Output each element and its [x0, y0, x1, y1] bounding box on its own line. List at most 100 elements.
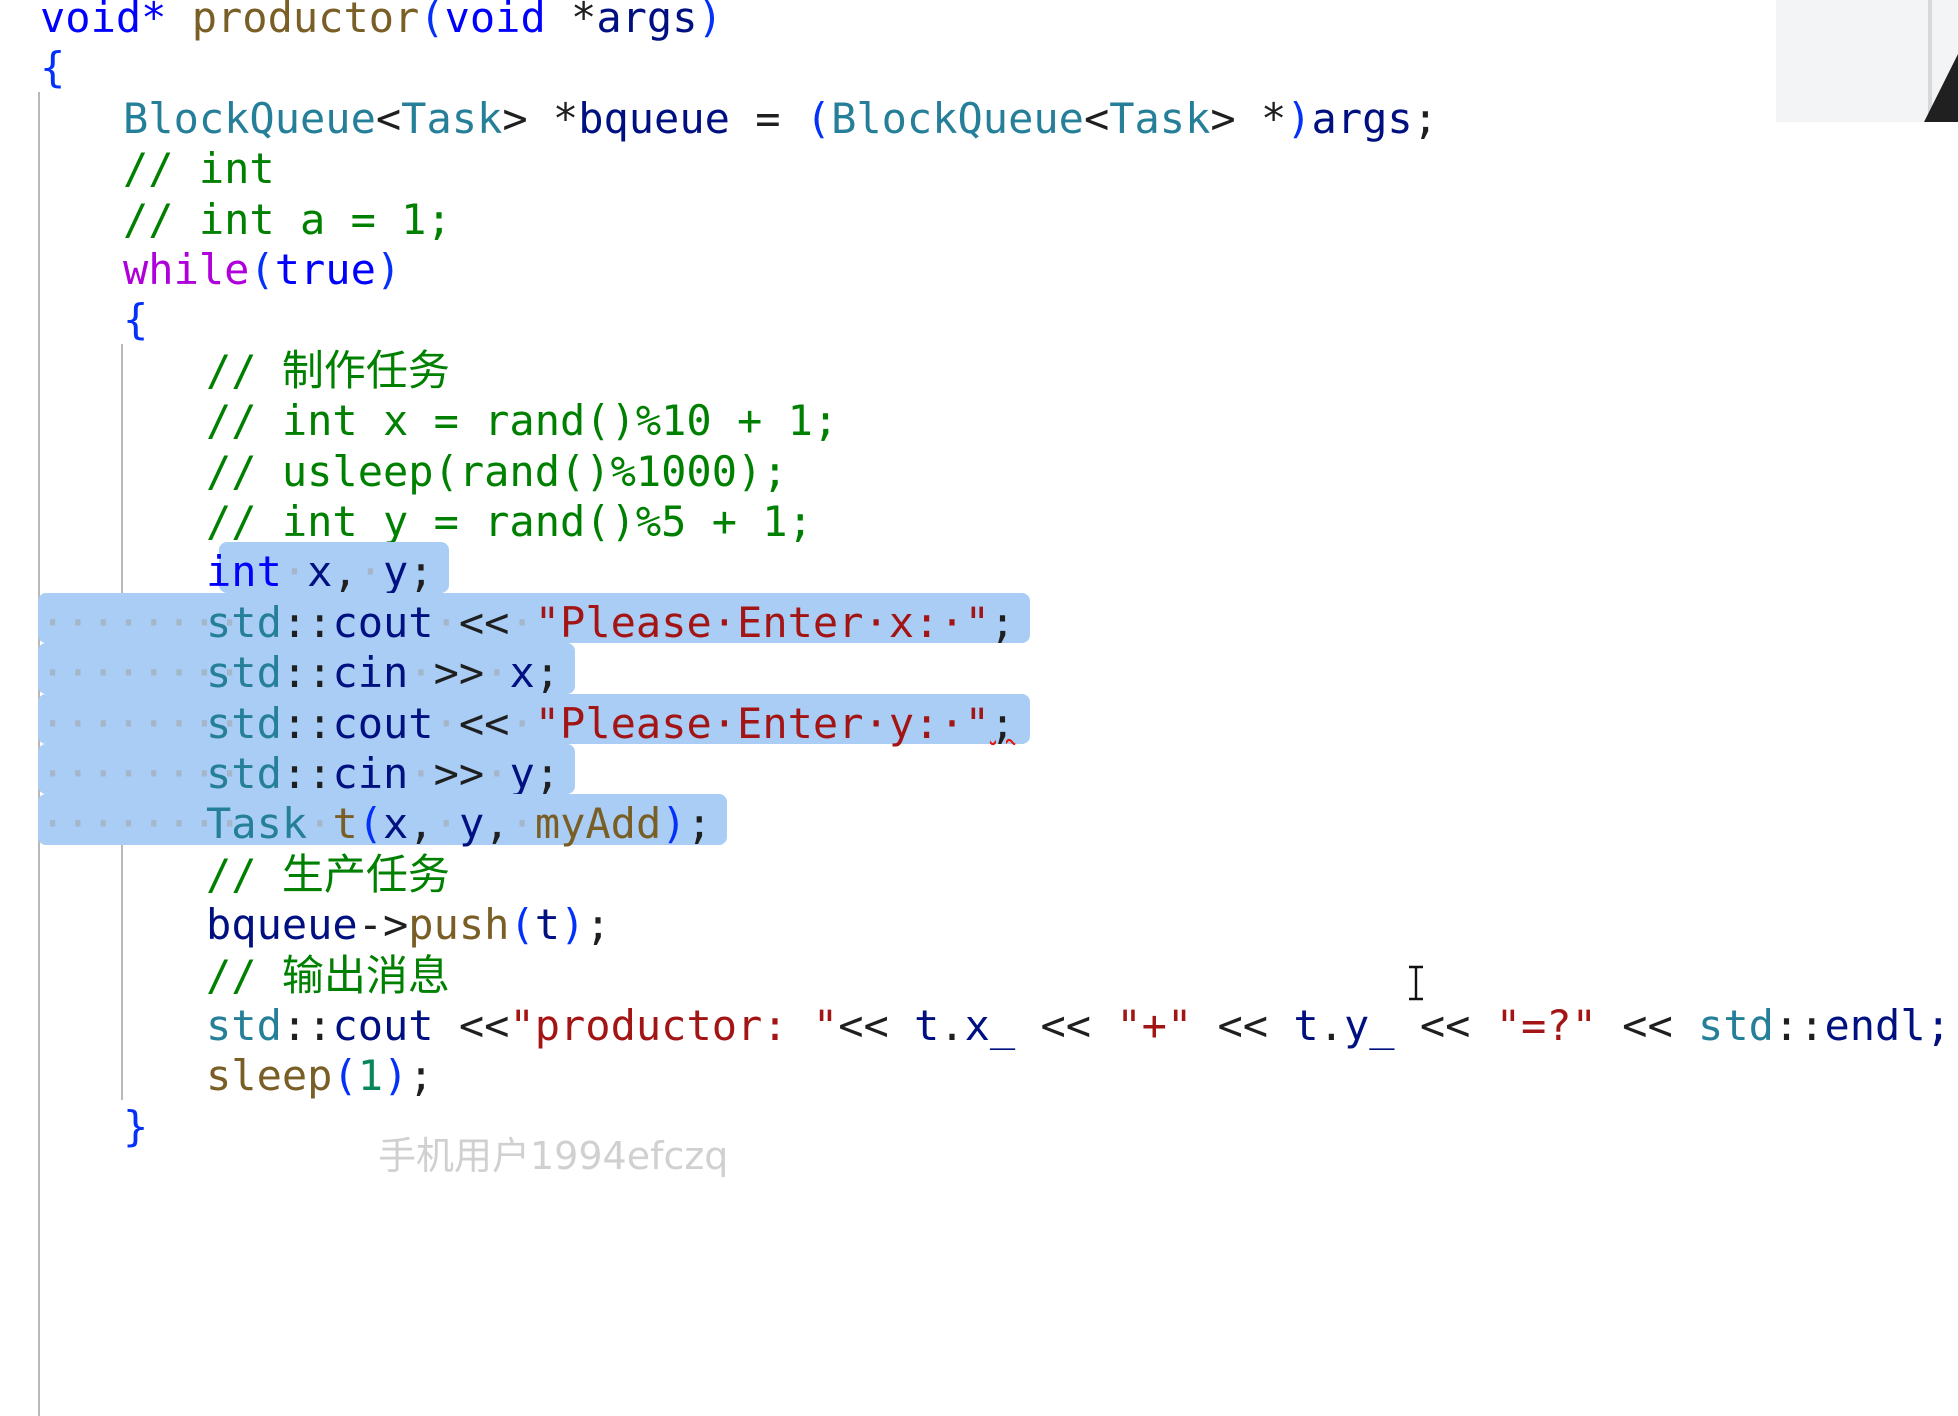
code-token: > *: [1210, 93, 1287, 143]
code-token: t: [332, 799, 358, 849]
code-line[interactable]: }: [0, 1095, 1958, 1158]
code-token: std: [206, 597, 282, 647]
code-token: ;: [585, 900, 611, 950]
code-token: BlockQueue: [831, 93, 1084, 143]
code-token: (: [509, 900, 535, 950]
code-token: .: [939, 1001, 965, 1050]
code-token: "Please·Enter·x:·": [534, 597, 990, 647]
code-token: // int y = rand()%5 + 1;: [206, 497, 813, 546]
code-token: ::: [281, 698, 333, 748]
code-token: ,: [484, 799, 510, 849]
code-token: >>: [433, 648, 485, 698]
code-token: ;: [408, 547, 434, 597]
code-token: ): [1286, 93, 1312, 143]
code-token: cout: [332, 597, 434, 647]
code-token: cout: [332, 1001, 434, 1050]
code-token: y_: [1343, 1001, 1395, 1050]
code-token: ::: [281, 749, 333, 798]
code-token: std: [1698, 1001, 1774, 1050]
code-token: ): [560, 900, 586, 950]
code-token: ·: [433, 698, 459, 748]
error-squiggle: ;: [989, 698, 1016, 748]
code-token: y: [509, 749, 535, 798]
code-token: y: [458, 799, 485, 849]
code-token: ·: [281, 547, 308, 597]
code-token: push: [408, 900, 510, 950]
code-token: ::: [281, 597, 333, 647]
code-token: myAdd: [534, 799, 662, 849]
code-token: ;: [534, 749, 561, 798]
code-token: std: [206, 1001, 282, 1050]
code-token: <: [375, 93, 402, 143]
code-token: (: [249, 245, 275, 294]
code-token: 1: [357, 1051, 384, 1101]
code-token: Task: [206, 799, 308, 849]
code-token: "productor: ": [509, 1001, 839, 1050]
code-token: {: [123, 295, 149, 345]
code-token: ·: [433, 799, 459, 849]
code-token: =: [729, 93, 806, 143]
code-token: <<: [1394, 1001, 1496, 1050]
code-token: "Please·Enter·y:·": [534, 698, 990, 748]
code-token: ): [383, 1051, 409, 1101]
code-token: }: [123, 1101, 149, 1151]
code-token: ;: [989, 597, 1016, 647]
code-token: endl;: [1824, 1001, 1951, 1050]
code-token: x_: [964, 1001, 1016, 1050]
code-token: ·: [484, 749, 510, 798]
code-token: ·: [509, 698, 535, 748]
code-token: t: [534, 900, 561, 950]
code-token: BlockQueue: [123, 93, 376, 143]
code-token: "+": [1116, 1001, 1193, 1050]
code-token: // 制作任务: [206, 345, 450, 395]
code-token: ·: [357, 547, 384, 597]
code-token: x: [509, 648, 535, 698]
code-token: int: [206, 547, 282, 597]
code-token: t: [914, 1001, 940, 1050]
code-token: ·: [509, 799, 535, 849]
code-token: > *: [502, 93, 579, 143]
code-token: >>: [433, 749, 485, 798]
code-token: Task: [401, 93, 503, 143]
code-token: cin: [332, 749, 409, 798]
code-token: ;: [1412, 93, 1438, 143]
code-token: Task: [1109, 93, 1211, 143]
code-token: // usleep(rand()%1000);: [206, 446, 788, 496]
code-token: std: [206, 698, 282, 748]
code-token: x: [307, 547, 333, 597]
code-token: <<: [458, 597, 510, 647]
code-token: <<: [433, 1001, 510, 1050]
code-token: ·: [433, 597, 459, 647]
code-token: ): [375, 245, 402, 294]
code-token: <<: [1015, 1001, 1117, 1050]
code-token: args: [1311, 93, 1413, 143]
code-token: // int a = 1;: [123, 194, 452, 244]
code-token: y: [383, 547, 409, 597]
code-token: ·: [307, 799, 333, 849]
code-token: cin: [332, 648, 409, 698]
code-token: <<: [1192, 1001, 1294, 1050]
code-text: }: [123, 1095, 148, 1158]
code-token: ·: [408, 749, 434, 798]
code-token: (: [357, 799, 384, 849]
code-token: t: [1293, 1001, 1319, 1050]
code-editor[interactable]: void* productor(void *args){BlockQueue<T…: [0, 0, 1958, 1416]
code-token: bqueue: [578, 93, 730, 143]
code-token: .: [1318, 1001, 1344, 1050]
code-token: bqueue: [206, 900, 358, 950]
code-token: while: [123, 245, 250, 294]
code-token: ·: [408, 648, 434, 698]
code-token: (: [332, 1051, 358, 1101]
code-token: ·: [484, 648, 510, 698]
code-token: ::: [281, 1001, 333, 1050]
code-token: true: [274, 245, 376, 294]
webcam-shape: [1924, 54, 1958, 122]
code-token: <<: [1596, 1001, 1699, 1050]
code-token: // int: [123, 144, 275, 194]
code-token: std: [206, 648, 282, 698]
webcam-overlay: [1776, 0, 1958, 122]
code-token: "=?": [1495, 1001, 1597, 1050]
code-token: sleep: [206, 1051, 333, 1101]
code-token: ->: [357, 900, 409, 950]
code-token: cout: [332, 698, 434, 748]
